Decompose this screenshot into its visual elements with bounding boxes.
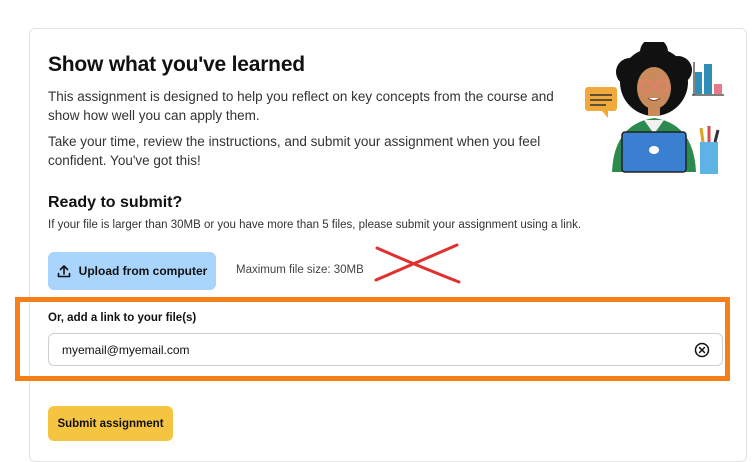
- submit-button-label: Submit assignment: [57, 417, 164, 430]
- description-paragraph-2: Take your time, review the instructions,…: [48, 134, 541, 168]
- max-file-size-text: Maximum file size: 30MB: [236, 264, 364, 276]
- student-laptop-illustration: [582, 38, 732, 182]
- upload-button-label: Upload from computer: [78, 264, 208, 278]
- file-link-input[interactable]: [62, 341, 662, 359]
- description-paragraph-1: This assignment is designed to help you …: [48, 89, 554, 123]
- upload-from-computer-button[interactable]: Upload from computer: [48, 252, 216, 290]
- submit-assignment-button[interactable]: Submit assignment: [48, 406, 173, 441]
- submit-section-title: Ready to submit?: [48, 194, 183, 211]
- annotation-cross-mark: [373, 242, 463, 291]
- upload-icon: [57, 264, 71, 278]
- link-field-label: Or, add a link to your file(s): [48, 312, 197, 324]
- submit-help-text: If your file is larger than 30MB or you …: [48, 219, 582, 231]
- clear-circle-x-icon[interactable]: [694, 342, 710, 363]
- file-link-field: [48, 333, 723, 366]
- page-title: Show what you've learned: [48, 53, 305, 76]
